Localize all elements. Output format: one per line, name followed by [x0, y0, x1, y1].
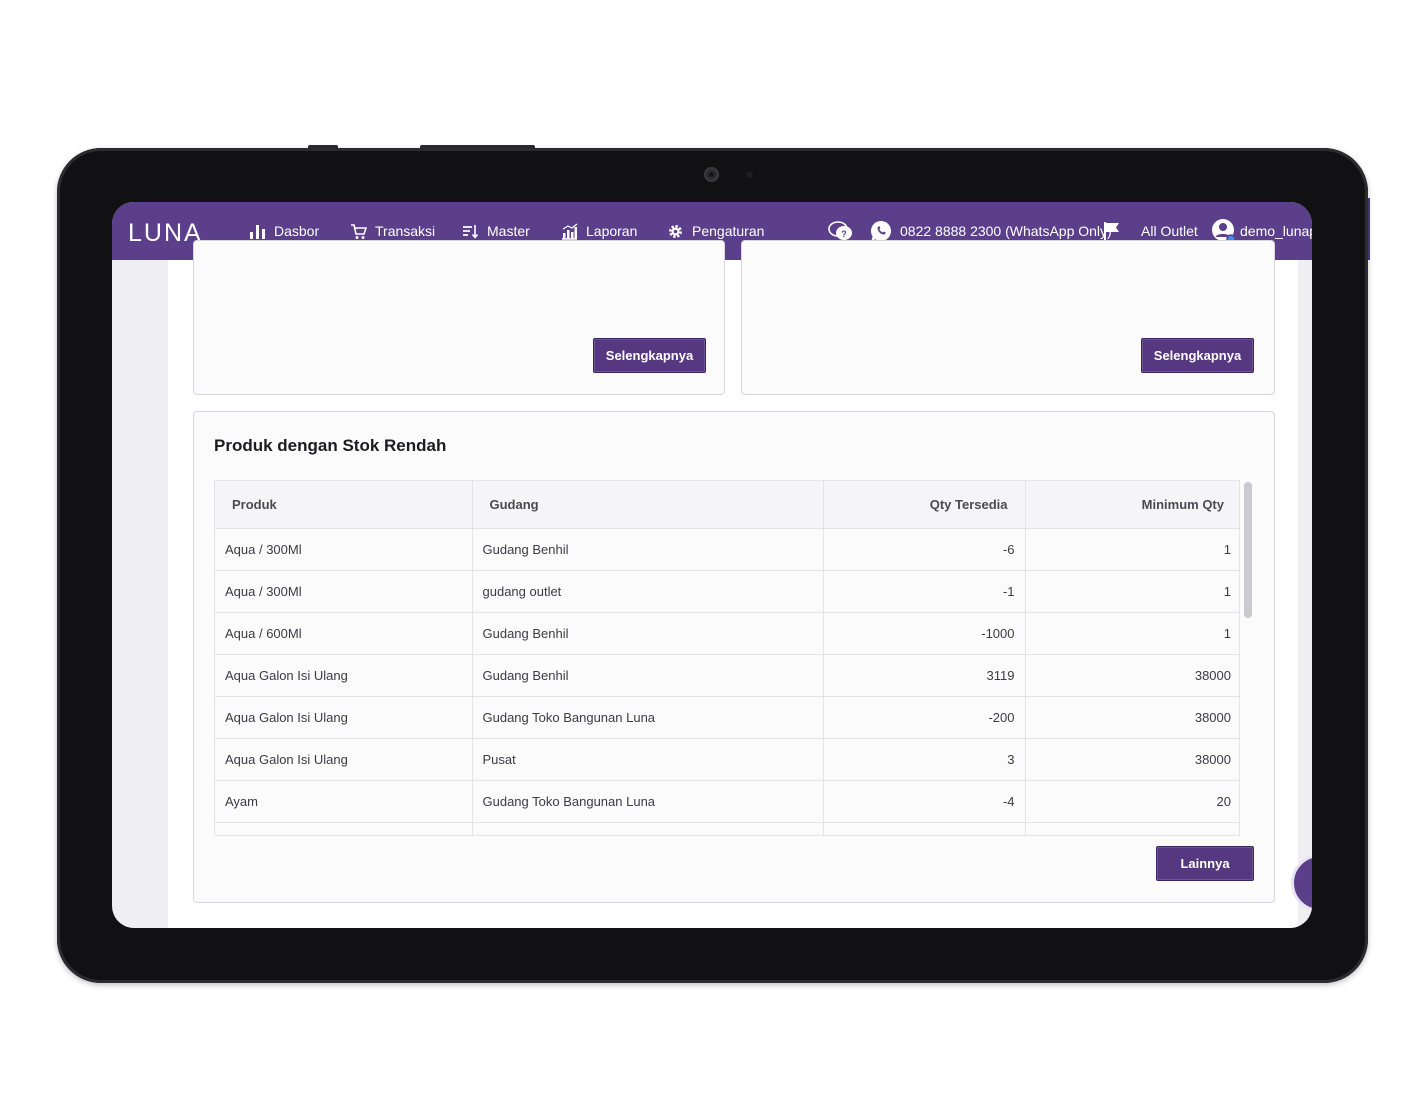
cell-produk: Ayam — [215, 780, 473, 823]
column-header-produk[interactable]: Produk — [215, 481, 473, 529]
summary-card-right: Selengkapnya — [741, 240, 1275, 395]
lainnya-button[interactable]: Lainnya — [1156, 846, 1254, 881]
cell-produk: Aqua / 300Ml — [215, 528, 473, 571]
cell-gudang: Gudang Benhil — [472, 612, 824, 655]
nav-label: Pengaturan — [692, 223, 765, 239]
cell-gudang: Pusat — [472, 738, 824, 781]
low-stock-title: Produk dengan Stok Rendah — [214, 436, 447, 455]
svg-text:LUNA: LUNA — [128, 219, 203, 246]
table-row-partial — [215, 822, 1239, 835]
table-row: Ayam Gudang Toko Bangunan Luna -4 20 — [215, 780, 1239, 823]
summary-card-left: Selengkapnya — [193, 240, 725, 395]
cell-qty-tersedia: -6 — [823, 528, 1026, 571]
app-screen: LUNA Dasbor Transaksi Master Laporan Pen… — [112, 202, 1312, 928]
light-sensor — [746, 171, 753, 178]
front-camera — [704, 167, 719, 182]
cell-gudang: Gudang Toko Bangunan Luna — [472, 696, 824, 739]
cell-qty-tersedia: -1 — [823, 570, 1026, 613]
cell-qty-tersedia: 3 — [823, 738, 1026, 781]
dashboard-content: Selengkapnya Selengkapnya Produk dengan … — [168, 240, 1298, 928]
selengkapnya-button-left[interactable]: Selengkapnya — [593, 338, 706, 373]
cell-qty-tersedia: 3119 — [823, 654, 1026, 697]
column-header-minimum-qty[interactable]: Minimum Qty — [1025, 481, 1239, 529]
cell-produk: Aqua / 600Ml — [215, 612, 473, 655]
nav-label: Laporan — [586, 223, 638, 239]
cell-produk: Aqua Galon Isi Ulang — [215, 738, 473, 781]
cell-minimum-qty: 1 — [1025, 612, 1239, 655]
cell-gudang: Gudang Toko Bangunan Luna — [472, 780, 824, 823]
table-scrollbar[interactable] — [1244, 482, 1252, 618]
whatsapp-icon — [871, 221, 891, 241]
cart-icon — [351, 223, 367, 239]
low-stock-table-wrapper[interactable]: Produk Gudang Qty Tersedia Minimum Qty A… — [214, 480, 1240, 836]
gear-icon — [669, 224, 682, 238]
low-stock-card: Produk dengan Stok Rendah Produk Gudang … — [193, 411, 1275, 903]
cell-qty-tersedia: -1000 — [823, 612, 1026, 655]
sort-icon — [463, 224, 479, 239]
cell-produk: Aqua Galon Isi Ulang — [215, 696, 473, 739]
selengkapnya-button-right[interactable]: Selengkapnya — [1141, 338, 1254, 373]
cell-minimum-qty: 20 — [1025, 780, 1239, 823]
table-row: Aqua / 300Ml Gudang Benhil -6 1 — [215, 528, 1239, 571]
cell-gudang: gudang outlet — [472, 570, 824, 613]
table-row: Aqua / 600Ml Gudang Benhil -1000 1 — [215, 612, 1239, 655]
cell-minimum-qty: 38000 — [1025, 738, 1239, 781]
outlet-label: All Outlet — [1141, 223, 1198, 239]
username: demo_lunap — [1240, 223, 1312, 239]
svg-text:?: ? — [841, 229, 847, 239]
low-stock-table: Produk Gudang Qty Tersedia Minimum Qty A… — [215, 481, 1239, 835]
cell-minimum-qty: 38000 — [1025, 654, 1239, 697]
chat-help-icon: ? — [828, 221, 852, 240]
phone-number: 0822 8888 2300 (WhatsApp Only) — [900, 223, 1112, 239]
cell-minimum-qty: 1 — [1025, 528, 1239, 571]
nav-label: Transaksi — [375, 223, 436, 239]
column-header-gudang[interactable]: Gudang — [472, 481, 824, 529]
cell-gudang: Gudang Benhil — [472, 654, 824, 697]
cell-qty-tersedia: -200 — [823, 696, 1026, 739]
nav-label: Dasbor — [274, 223, 320, 239]
cell-minimum-qty: 1 — [1025, 570, 1239, 613]
cell-qty-tersedia: -4 — [823, 780, 1026, 823]
table-header-row: Produk Gudang Qty Tersedia Minimum Qty — [215, 481, 1239, 529]
table-row: Aqua Galon Isi Ulang Gudang Toko Banguna… — [215, 696, 1239, 739]
cell-gudang: Gudang Benhil — [472, 528, 824, 571]
nav-label: Master — [487, 223, 530, 239]
column-header-qty-tersedia[interactable]: Qty Tersedia — [823, 481, 1026, 529]
table-row: Aqua Galon Isi Ulang Pusat 3 38000 — [215, 738, 1239, 781]
table-row: Aqua Galon Isi Ulang Gudang Benhil 3119 … — [215, 654, 1239, 697]
flag-icon — [1104, 222, 1119, 241]
report-chart-icon — [562, 223, 578, 240]
cell-produk: Aqua / 300Ml — [215, 570, 473, 613]
table-row: Aqua / 300Ml gudang outlet -1 1 — [215, 570, 1239, 613]
cell-produk: Aqua Galon Isi Ulang — [215, 654, 473, 697]
bar-chart-icon — [250, 224, 265, 239]
cell-minimum-qty: 38000 — [1025, 696, 1239, 739]
